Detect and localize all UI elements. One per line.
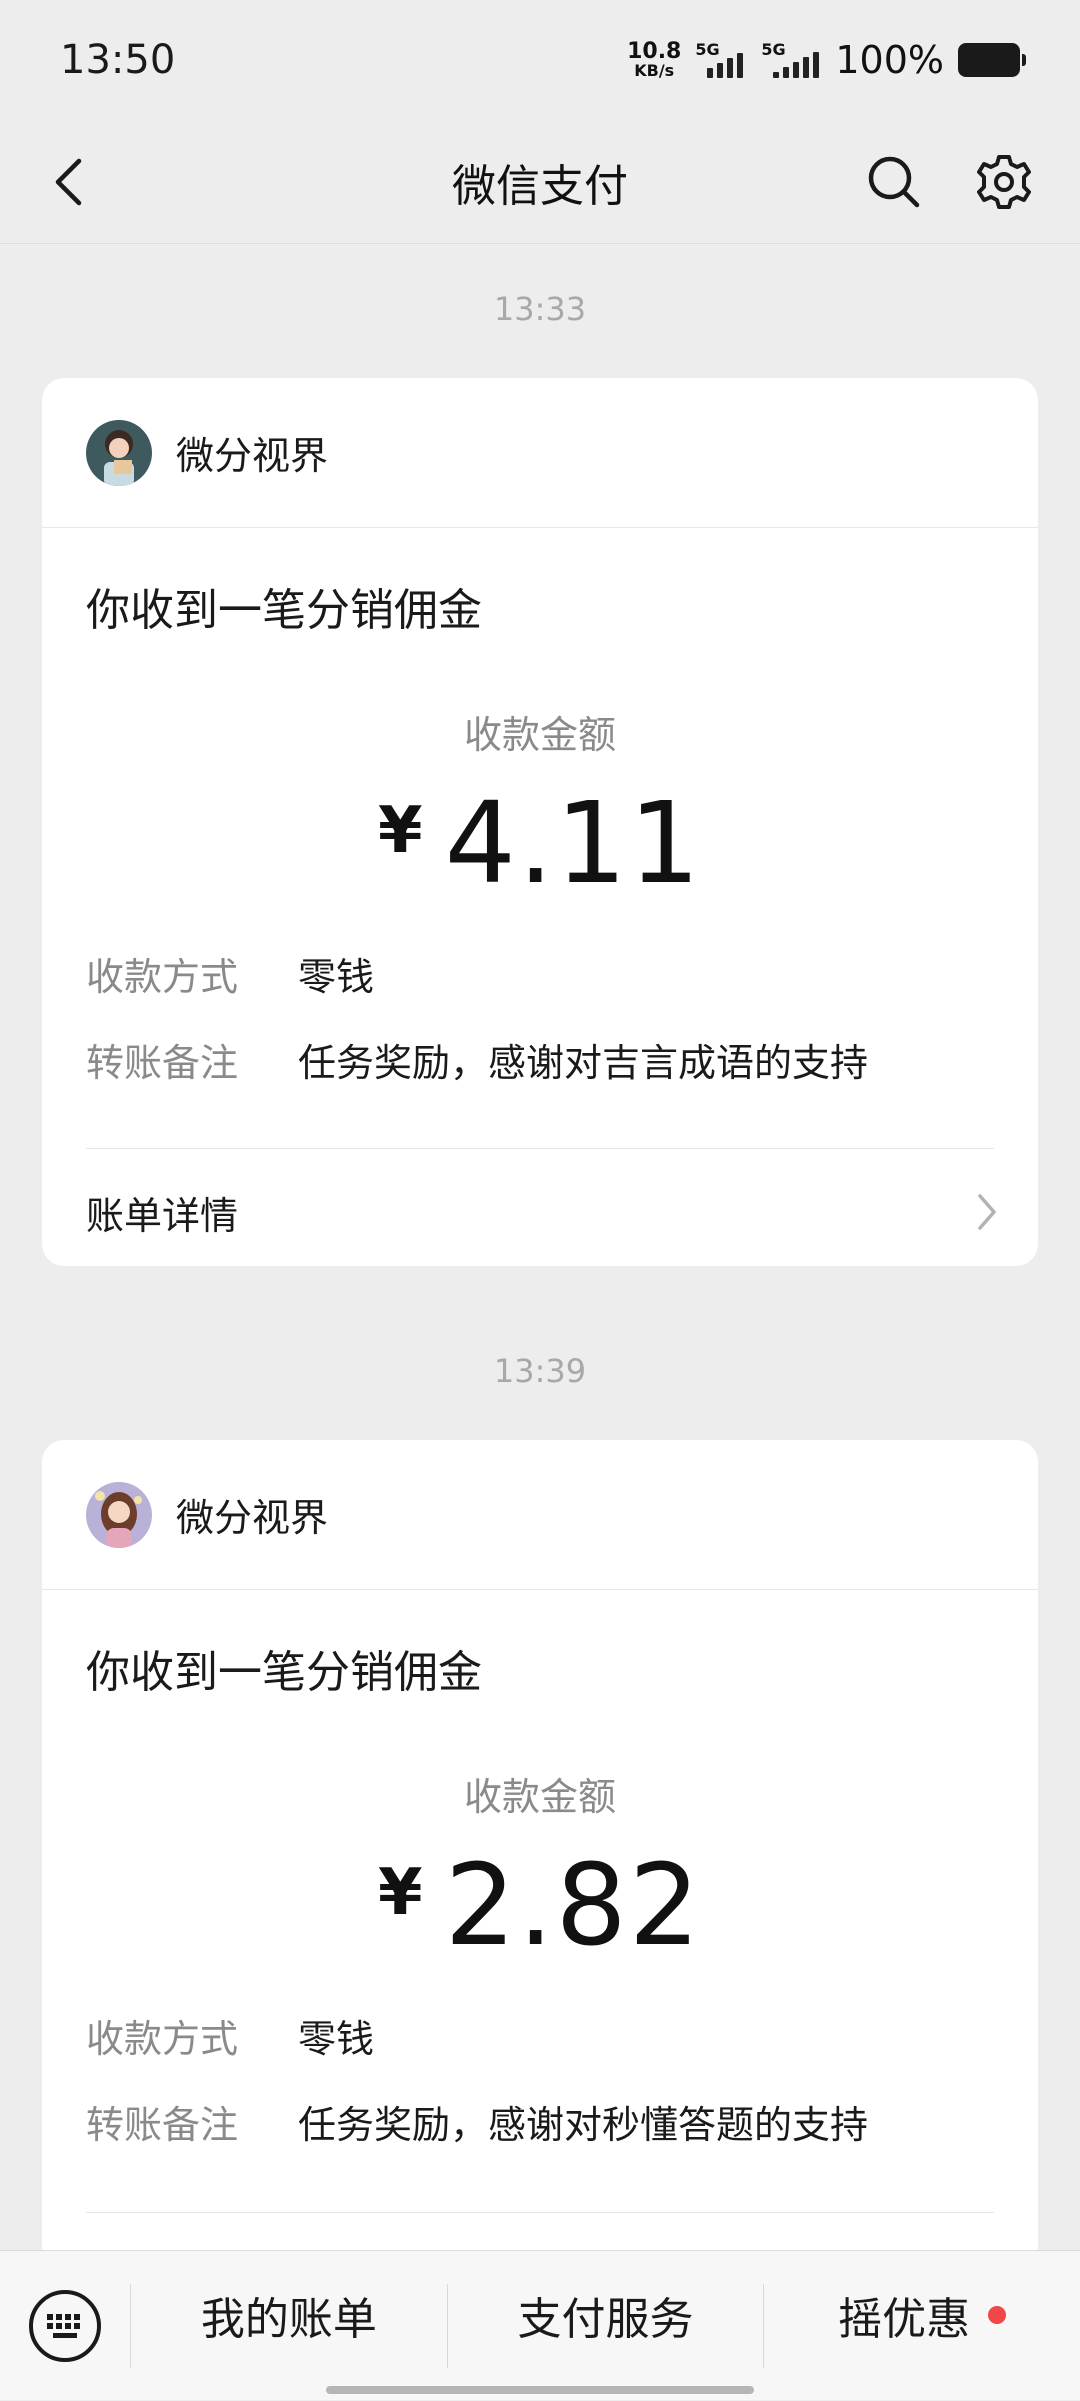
menu-payment-services[interactable]: 支付服务 xyxy=(448,2240,764,2390)
search-icon xyxy=(868,156,920,208)
card-title: 你收到一笔分销佣金 xyxy=(86,1647,482,1698)
battery-icon xyxy=(958,43,1026,77)
bill-details-label: 账单详情 xyxy=(86,1193,239,1238)
home-indicator[interactable] xyxy=(326,2386,754,2394)
transfer-note-row: 转账备注 任务奖励，感谢对吉言成语的支持 xyxy=(86,1032,868,1087)
chevron-right-icon xyxy=(978,1194,996,1230)
network-speed: 10.8 KB/s xyxy=(627,41,681,79)
status-bar: 13:50 10.8 KB/s 5G 5G 100% xyxy=(0,0,1080,120)
sim1-label: 5G xyxy=(695,40,720,59)
payment-method-label: 收款方式 xyxy=(86,955,239,999)
status-indicators: 10.8 KB/s 5G 5G 100% xyxy=(627,38,1026,82)
notification-dot xyxy=(988,2305,1007,2324)
bill-details-link[interactable]: 账单详情 xyxy=(86,1184,998,1240)
card-header[interactable]: 微分视界 xyxy=(42,378,1038,528)
sender-name: 微分视界 xyxy=(176,1496,329,1540)
bottom-menu: 我的账单 支付服务 摇优惠 xyxy=(0,2250,1080,2400)
transfer-note-value: 任务奖励，感谢对吉言成语的支持 xyxy=(298,1041,869,1085)
transfer-note-value: 任务奖励，感谢对秒懂答题的支持 xyxy=(298,2103,869,2147)
message-timestamp: 13:39 xyxy=(493,1352,587,1390)
amount-value: 4.11 xyxy=(444,779,702,909)
avatar[interactable] xyxy=(86,419,152,486)
payment-method-value: 零钱 xyxy=(298,2017,375,2061)
header: 微信支付 xyxy=(0,120,1080,244)
amount: ¥ 4.11 xyxy=(42,779,1038,909)
amount-label: 收款金额 xyxy=(463,713,616,757)
card-title: 你收到一笔分销佣金 xyxy=(86,585,482,636)
signal-icon: 5G xyxy=(695,40,747,78)
sender-name: 微分视界 xyxy=(176,434,329,478)
amount-value: 2.82 xyxy=(444,1841,702,1971)
payment-card[interactable]: 微分视界 你收到一笔分销佣金 收款金额 ¥ 2.82 收款方式 零钱 转账备注 … xyxy=(42,1440,1038,2360)
network-speed-value: 10.8 xyxy=(627,39,682,64)
amount: ¥ 2.82 xyxy=(42,1841,1038,1971)
divider xyxy=(86,1148,994,1149)
message-timestamp: 13:33 xyxy=(493,290,587,328)
currency-symbol: ¥ xyxy=(378,794,423,868)
payment-method-value: 零钱 xyxy=(298,955,375,999)
settings-button[interactable] xyxy=(970,148,1038,216)
menu-shake-deals-label: 摇优惠 xyxy=(838,2293,971,2345)
currency-symbol: ¥ xyxy=(378,1856,423,1930)
payment-method-row: 收款方式 零钱 xyxy=(86,2008,374,2063)
gear-icon xyxy=(977,155,1031,209)
transfer-note-label: 转账备注 xyxy=(86,1041,239,1085)
amount-label: 收款金额 xyxy=(463,1775,616,1819)
status-time: 13:50 xyxy=(60,37,176,83)
card-header[interactable]: 微分视界 xyxy=(42,1440,1038,1590)
signal-icon-2: 5G xyxy=(761,40,821,78)
payment-card[interactable]: 微分视界 你收到一笔分销佣金 收款金额 ¥ 4.11 收款方式 零钱 转账备注 … xyxy=(42,378,1038,1266)
keyboard-icon xyxy=(29,2289,101,2362)
payment-method-label: 收款方式 xyxy=(86,2017,239,2061)
battery-percent: 100% xyxy=(835,38,944,82)
network-speed-unit: KB/s xyxy=(634,61,675,80)
payment-method-row: 收款方式 零钱 xyxy=(86,946,374,1001)
transfer-note-row: 转账备注 任务奖励，感谢对秒懂答题的支持 xyxy=(86,2094,868,2149)
search-button[interactable] xyxy=(860,148,928,216)
menu-shake-deals[interactable]: 摇优惠 xyxy=(764,2240,1080,2390)
transfer-note-label: 转账备注 xyxy=(86,2103,239,2147)
keyboard-toggle-button[interactable] xyxy=(0,2251,130,2401)
divider xyxy=(86,2212,994,2213)
sim2-label: 5G xyxy=(761,40,786,59)
avatar[interactable] xyxy=(86,1481,152,1548)
menu-my-bills[interactable]: 我的账单 xyxy=(131,2240,447,2390)
